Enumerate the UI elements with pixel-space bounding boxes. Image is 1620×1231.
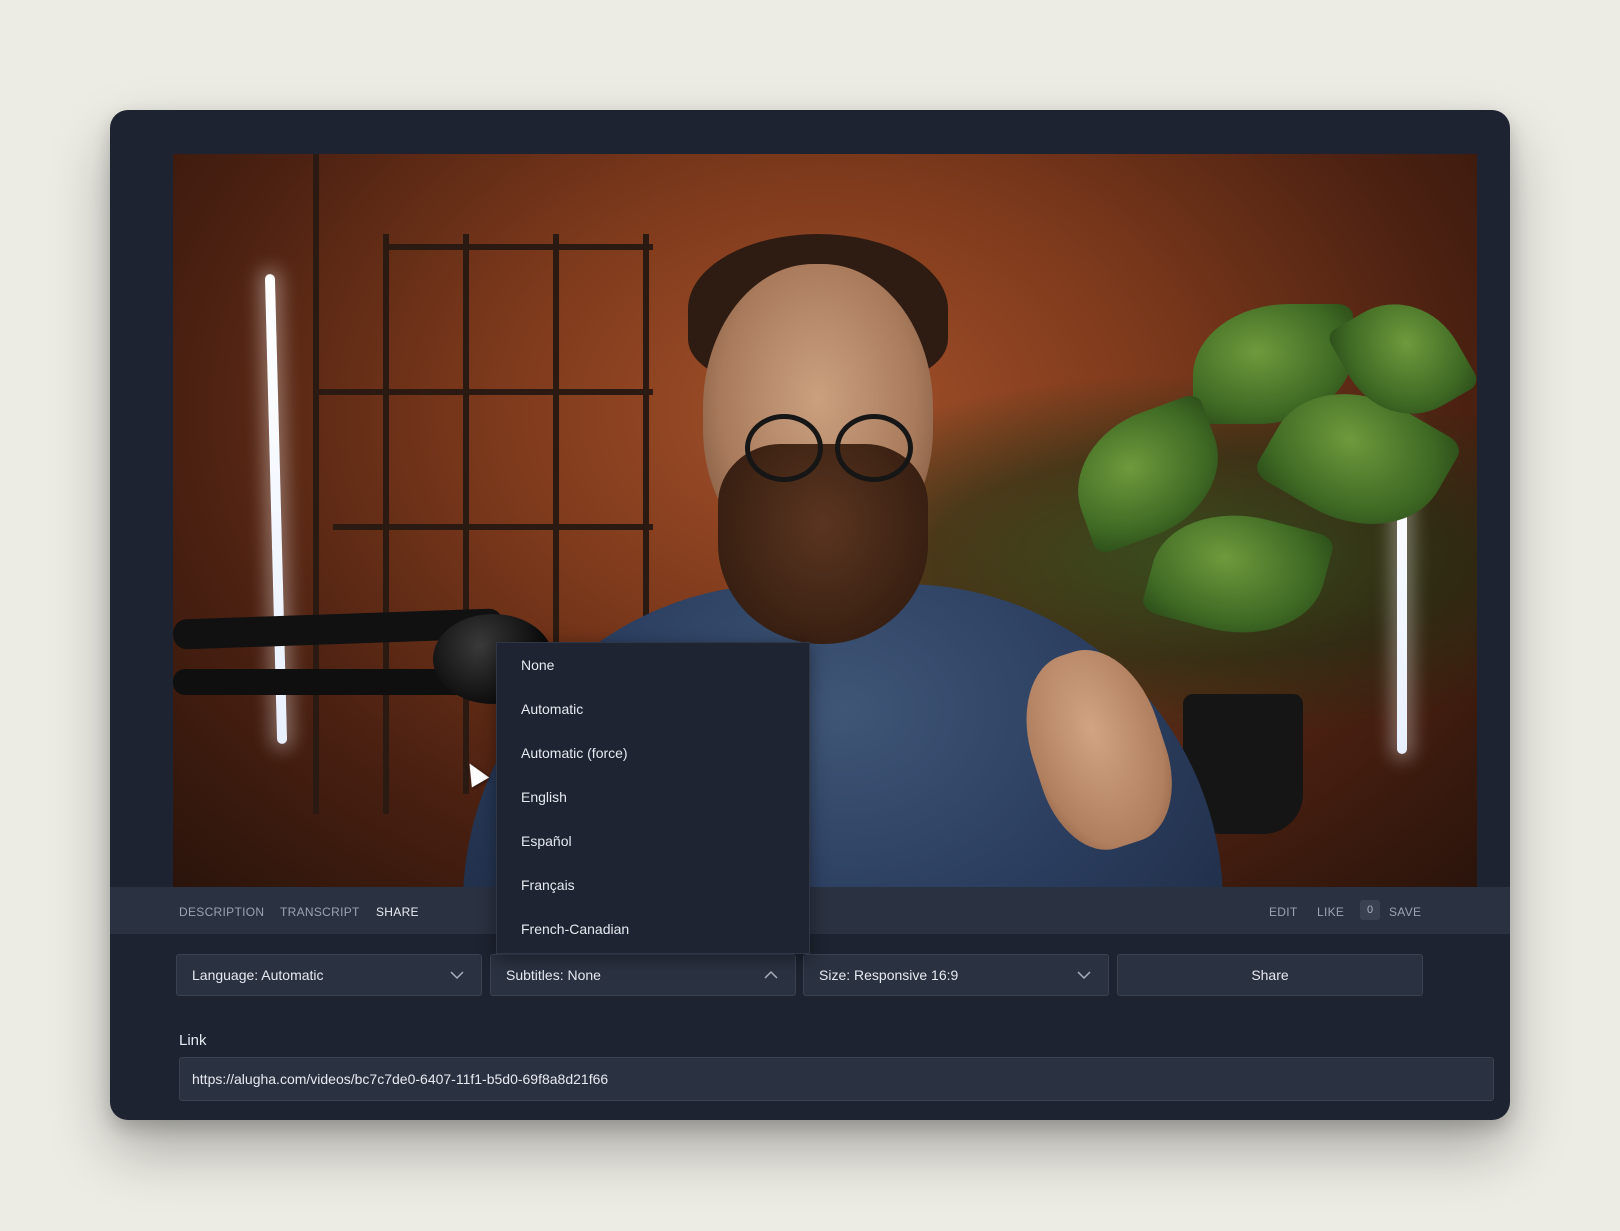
subtitles-select[interactable]: Subtitles: None [490, 954, 796, 996]
subtitle-option-english[interactable]: English [497, 775, 809, 819]
glasses [745, 414, 823, 482]
subtitle-option-automatic-force[interactable]: Automatic (force) [497, 731, 809, 775]
video-player-window: DESCRIPTION TRANSCRIPT SHARE EDIT LIKE 0… [110, 110, 1510, 1120]
language-select[interactable]: Language: Automatic [176, 954, 482, 996]
like-button[interactable]: LIKE [1317, 905, 1344, 919]
subtitle-option-none[interactable]: None [497, 643, 809, 687]
glasses [835, 414, 913, 482]
edit-button[interactable]: EDIT [1269, 905, 1298, 919]
subtitle-option-espanol[interactable]: Español [497, 819, 809, 863]
shelf-board [333, 524, 653, 530]
chevron-down-icon [450, 971, 464, 980]
save-button[interactable]: SAVE [1389, 905, 1421, 919]
chevron-down-icon [1077, 971, 1091, 980]
video-frame[interactable] [173, 154, 1477, 887]
link-field[interactable] [179, 1057, 1494, 1101]
tab-bar: DESCRIPTION TRANSCRIPT SHARE EDIT LIKE 0… [110, 887, 1510, 934]
chevron-up-icon [764, 970, 778, 979]
like-count-badge: 0 [1360, 900, 1380, 920]
shelf-post [463, 234, 469, 794]
subtitle-option-automatic[interactable]: Automatic [497, 687, 809, 731]
size-select[interactable]: Size: Responsive 16:9 [803, 954, 1109, 996]
subtitles-select-label: Subtitles: None [506, 967, 601, 983]
subtitles-dropdown-menu: None Automatic Automatic (force) English… [496, 642, 810, 954]
language-select-label: Language: Automatic [192, 967, 324, 983]
tab-transcript[interactable]: TRANSCRIPT [280, 905, 360, 919]
subtitle-option-french-canadian[interactable]: French-Canadian [497, 907, 809, 951]
shelf-board [318, 389, 653, 395]
size-select-label: Size: Responsive 16:9 [819, 967, 959, 983]
link-label: Link [179, 1032, 207, 1049]
subtitle-option-francais[interactable]: Français [497, 863, 809, 907]
shelf-post [313, 154, 319, 814]
tab-description[interactable]: DESCRIPTION [179, 905, 264, 919]
tab-share[interactable]: SHARE [376, 905, 419, 919]
shelf-board [383, 244, 653, 250]
share-button[interactable]: Share [1117, 954, 1423, 996]
